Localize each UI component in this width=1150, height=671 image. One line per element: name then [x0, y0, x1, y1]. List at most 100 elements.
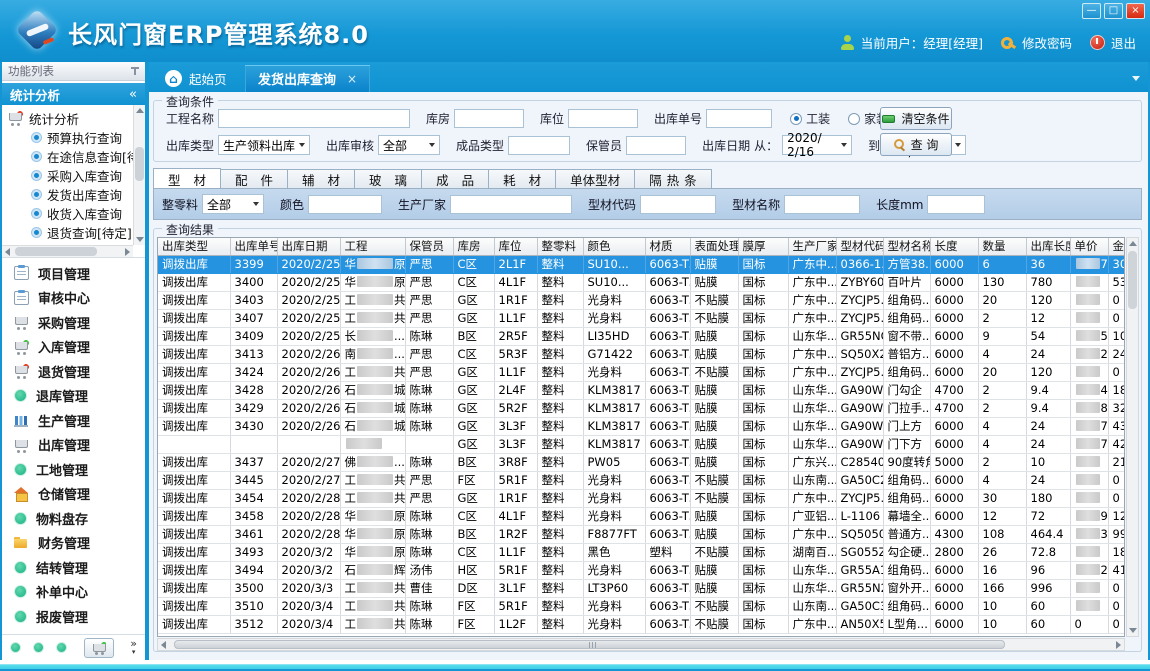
column-header[interactable]: 库房 [453, 238, 494, 255]
column-header[interactable]: 出库日期 [277, 238, 340, 255]
scrollbar-thumb[interactable] [135, 147, 144, 181]
table-row[interactable]: 调拨出库3399 2020/2/25华原... 严思C区 2L1F整料 SU10… [158, 255, 1125, 273]
menu-item[interactable]: 财务管理 [2, 531, 145, 556]
material-tab[interactable]: 单体型材 [556, 169, 635, 189]
menu-item[interactable]: 入库管理 [2, 335, 145, 360]
order-no-input[interactable] [706, 109, 772, 128]
change-password-link[interactable]: 修改密码 [1001, 33, 1072, 52]
column-header[interactable]: 单价 [1070, 238, 1108, 255]
table-row[interactable]: 调拨出库3454 2020/2/28工共工程 严思G区 1R1F整料 光身料60… [158, 489, 1125, 507]
scroll-right-icon[interactable] [125, 248, 130, 256]
tab-active[interactable]: 发货出库查询 × [245, 65, 370, 92]
table-row[interactable]: 调拨出库3461 2020/2/28华原... 陈琳B区 1R2F整料 F887… [158, 525, 1125, 543]
table-row[interactable]: 调拨出库3429 2020/2/26石城 陈琳G区 5R2F整料 KLM3817… [158, 399, 1125, 417]
tab-home[interactable]: 起始页 [153, 65, 239, 92]
material-tab[interactable]: 辅材 [288, 169, 355, 189]
length-input[interactable] [927, 195, 985, 214]
green-dot-icon[interactable] [10, 642, 21, 653]
table-row[interactable]: 调拨出库3430 2020/2/26石城 陈琳G区 3L3F整料 KLM3817… [158, 417, 1125, 435]
tree-vertical-scrollbar[interactable] [133, 105, 145, 245]
column-header[interactable]: 数量 [978, 238, 1026, 255]
close-tab-icon[interactable]: × [347, 72, 357, 86]
out-type-select[interactable]: 生产领料出库 [218, 135, 310, 155]
menu-item[interactable]: 补单中心 [2, 580, 145, 605]
warehouse-input[interactable] [454, 109, 524, 128]
scrollbar-thumb[interactable] [174, 640, 1005, 649]
product-type-input[interactable] [508, 136, 570, 155]
column-header[interactable]: 材质 [645, 238, 690, 255]
column-header[interactable]: 出库长度 [1026, 238, 1070, 255]
scroll-left-icon[interactable] [161, 641, 166, 649]
column-header[interactable]: 出库单号 [230, 238, 277, 255]
column-header[interactable]: 型材名称 [883, 238, 930, 255]
maximize-button[interactable]: □ [1104, 3, 1123, 19]
table-row[interactable]: 调拨出库3500 2020/3/3工共工程 曹佳D区 3L1F整料 LT3P60… [158, 579, 1125, 597]
keeper-input[interactable] [626, 136, 686, 155]
more-options-button[interactable]: » [130, 640, 137, 656]
table-row[interactable]: 调拨出库3409 2020/2/25长... 陈琳B区 2R5F整料 LI35H… [158, 327, 1125, 345]
menu-item[interactable]: 退库管理 [2, 384, 145, 409]
scroll-down-icon[interactable] [1129, 628, 1137, 633]
table-row[interactable]: 调拨出库3407 2020/2/25工共工程 严思G区 1L1F整料 光身料60… [158, 309, 1125, 327]
menu-item[interactable]: 工地管理 [2, 457, 145, 482]
menu-item[interactable]: 物料盘存 [2, 506, 145, 531]
scroll-left-icon[interactable] [5, 248, 10, 256]
material-tab[interactable]: 成品 [422, 169, 489, 189]
green-dot-icon[interactable] [33, 642, 44, 653]
table-row[interactable]: 调拨出库3493 2020/3/2华原... 陈琳C区 1L1F整料 黑色塑料 … [158, 543, 1125, 561]
column-header[interactable]: 颜色 [583, 238, 645, 255]
whole-part-select[interactable]: 全部 [202, 194, 264, 214]
table-row[interactable]: 调拨出库3437 2020/2/27佛... 陈琳B区 3R8F整料 PW056… [158, 453, 1125, 471]
tree-item[interactable]: 收货入库查询 [8, 204, 145, 223]
date-from-select[interactable]: 2020/ 2/16 [782, 135, 852, 155]
tree-item[interactable]: 退货查询[待定] [8, 223, 145, 242]
material-tab[interactable]: 玻璃 [355, 169, 422, 189]
location-input[interactable] [568, 109, 638, 128]
table-row[interactable]: 调拨出库3510 2020/3/4工共工程 陈琳F区 5R1F整料 光身料606… [158, 597, 1125, 615]
scroll-up-icon[interactable] [136, 108, 144, 113]
table-row[interactable]: G区 3L3F整料 KLM38176063-T5 贴膜国标 山东华...GA90… [158, 435, 1125, 453]
home-install-radio[interactable] [848, 113, 860, 125]
table-row[interactable]: 调拨出库3413 2020/2/26南... 严思C区 5R3F整料 G7142… [158, 345, 1125, 363]
column-header[interactable]: 生产厂家 [788, 238, 836, 255]
table-row[interactable]: 调拨出库3428 2020/2/26石城 陈琳G区 2L4F整料 KLM3817… [158, 381, 1125, 399]
minimize-button[interactable]: — [1082, 3, 1101, 19]
menu-item[interactable]: 项目管理 [2, 261, 145, 286]
menu-item[interactable]: 出库管理 [2, 433, 145, 458]
column-header[interactable]: 整零料 [537, 238, 583, 255]
color-input[interactable] [308, 195, 382, 214]
menu-item[interactable]: 退货管理 [2, 359, 145, 384]
menu-item[interactable]: 仓储管理 [2, 482, 145, 507]
column-header[interactable]: 型材代码 [836, 238, 883, 255]
table-row[interactable]: 调拨出库3512 2020/3/4工共工程 陈琳F区 1L2F整料 光身料606… [158, 615, 1125, 633]
tree-item[interactable]: 在途信息查询[待 [8, 147, 145, 166]
material-tab[interactable]: 耗材 [489, 169, 556, 189]
maker-input[interactable] [450, 195, 572, 214]
tree-item[interactable]: 预算执行查询 [8, 128, 145, 147]
scrollbar-thumb[interactable] [15, 247, 97, 256]
table-horizontal-scrollbar[interactable] [157, 638, 1125, 651]
column-header[interactable]: 保管员 [405, 238, 453, 255]
table-row[interactable]: 调拨出库3424 2020/2/26工共工程 严思G区 1L1F整料 光身料60… [158, 363, 1125, 381]
column-header[interactable]: 库位 [494, 238, 537, 255]
table-row[interactable]: 调拨出库3458 2020/2/28华原... 陈琳C区 4L1F整料 光身料6… [158, 507, 1125, 525]
stats-section-header[interactable]: 统计分析 « [2, 83, 145, 105]
search-button[interactable]: 查 询 [880, 133, 952, 156]
project-name-input[interactable] [218, 109, 410, 128]
table-row[interactable]: 调拨出库3445 2020/2/27工共工程 严思F区 5R1F整料 光身料60… [158, 471, 1125, 489]
tree-horizontal-scrollbar[interactable] [2, 245, 133, 257]
clear-conditions-button[interactable]: 清空条件 [880, 107, 952, 130]
table-row[interactable]: 调拨出库3494 2020/3/2石辉城 汤伟H区 5R1F整料 光身料6063… [158, 561, 1125, 579]
column-header[interactable]: 长度 [930, 238, 978, 255]
scrollbar-thumb[interactable] [1128, 251, 1137, 309]
pin-icon[interactable] [131, 66, 139, 77]
menu-item[interactable]: 结转管理 [2, 555, 145, 580]
menu-item[interactable]: 审核中心 [2, 286, 145, 311]
column-header[interactable]: 膜厚 [738, 238, 788, 255]
column-header[interactable]: 表面处理 [690, 238, 738, 255]
cart-shortcut-button[interactable] [84, 638, 114, 658]
material-tab[interactable]: 配件 [221, 169, 288, 189]
scroll-right-icon[interactable] [1116, 641, 1121, 649]
green-dot-icon[interactable] [56, 642, 67, 653]
tree-root[interactable]: 统计分析 [8, 108, 145, 128]
